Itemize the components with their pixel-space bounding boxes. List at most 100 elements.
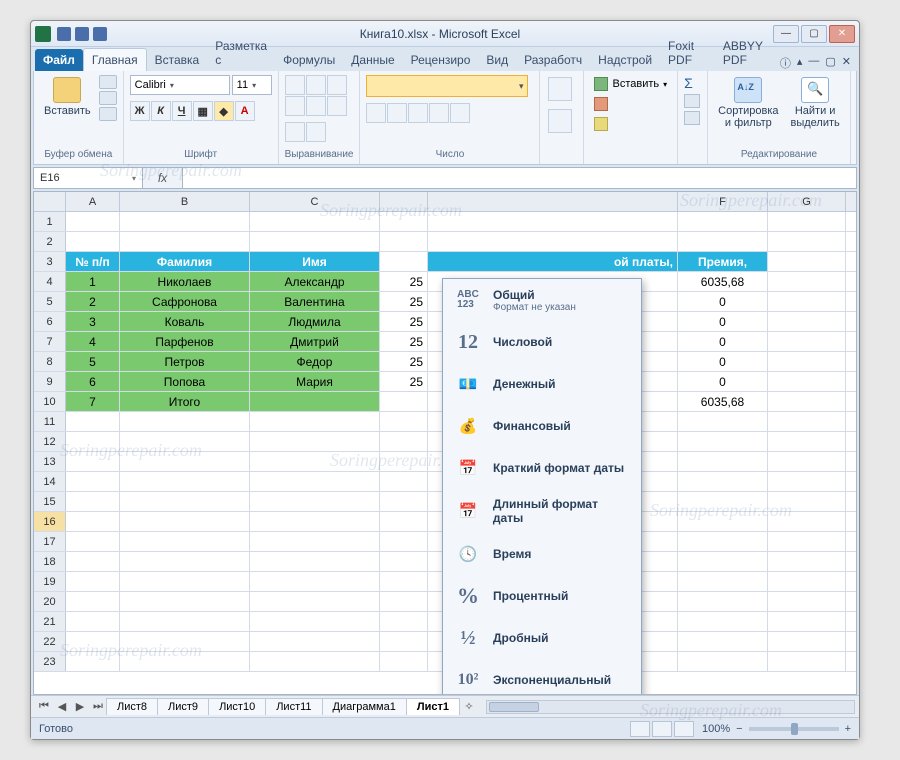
tab-home[interactable]: Главная [83, 48, 147, 71]
cut-icon[interactable] [99, 75, 117, 89]
cell[interactable]: Попова [120, 372, 250, 391]
qat-redo-icon[interactable] [93, 27, 107, 41]
tab-view[interactable]: Вид [478, 49, 516, 71]
help-icon[interactable]: ⓘ [780, 55, 791, 71]
cell[interactable] [250, 412, 380, 431]
cell[interactable] [380, 572, 428, 591]
cell[interactable] [380, 632, 428, 651]
cell[interactable] [678, 652, 768, 671]
cell[interactable]: 0 [678, 312, 768, 331]
numfmt-scientific[interactable]: 10²Экспоненциальный [443, 659, 641, 695]
cell[interactable] [120, 632, 250, 651]
cell[interactable] [66, 412, 120, 431]
cell[interactable] [380, 232, 428, 251]
tab-addins[interactable]: Надстрой [590, 49, 660, 71]
cell[interactable] [66, 532, 120, 551]
tab-data[interactable]: Данные [343, 49, 402, 71]
cell[interactable] [768, 552, 846, 571]
cell[interactable] [250, 612, 380, 631]
col-header-d[interactable] [380, 192, 428, 211]
cell[interactable] [380, 612, 428, 631]
row-header[interactable]: 15 [34, 492, 66, 511]
cell[interactable] [380, 532, 428, 551]
cell[interactable] [768, 612, 846, 631]
cell[interactable] [250, 392, 380, 411]
font-size-combo[interactable]: 11 [232, 75, 272, 95]
cell[interactable] [120, 652, 250, 671]
qat-undo-icon[interactable] [75, 27, 89, 41]
numfmt-percent[interactable]: %Процентный [443, 575, 641, 617]
maximize-button[interactable]: ▢ [801, 25, 827, 43]
fx-icon[interactable]: fx [143, 167, 183, 189]
cell[interactable] [120, 552, 250, 571]
cell[interactable]: 4 [66, 332, 120, 351]
cell[interactable]: ой платы, [428, 252, 678, 271]
cell[interactable]: 0 [678, 372, 768, 391]
align-left-icon[interactable] [285, 96, 305, 116]
cell[interactable] [250, 232, 380, 251]
cell[interactable]: 0 [678, 332, 768, 351]
bold-icon[interactable]: Ж [130, 101, 150, 121]
align-middle-icon[interactable] [306, 75, 326, 95]
cell[interactable]: Петров [120, 352, 250, 371]
cell[interactable] [678, 432, 768, 451]
cell[interactable]: Коваль [120, 312, 250, 331]
cell[interactable]: Федор [250, 352, 380, 371]
col-header-f[interactable]: F [678, 192, 768, 211]
sheet-tab-8[interactable]: Лист8 [106, 698, 158, 715]
cell[interactable] [768, 212, 846, 231]
scroll-thumb[interactable] [489, 702, 539, 712]
numfmt-fraction[interactable]: ½Дробный [443, 617, 641, 659]
number-format-combo[interactable] [366, 75, 528, 97]
tab-abbyy[interactable]: ABBYY PDF [715, 35, 780, 71]
zoom-in-icon[interactable]: + [845, 723, 851, 735]
row-header[interactable]: 21 [34, 612, 66, 631]
cell[interactable] [66, 572, 120, 591]
cell[interactable] [678, 212, 768, 231]
row-header[interactable]: 17 [34, 532, 66, 551]
cell[interactable]: 0 [678, 292, 768, 311]
tab-insert[interactable]: Вставка [147, 49, 208, 71]
cell[interactable] [250, 552, 380, 571]
format-as-table-icon[interactable] [548, 109, 572, 133]
zoom-slider[interactable] [749, 727, 839, 731]
row-header[interactable]: 9 [34, 372, 66, 391]
cell[interactable] [120, 412, 250, 431]
row-header[interactable]: 6 [34, 312, 66, 331]
border-icon[interactable]: ▦ [193, 101, 213, 121]
row-header[interactable]: 23 [34, 652, 66, 671]
merge-center-icon[interactable] [306, 122, 326, 142]
col-header-c[interactable]: C [250, 192, 380, 211]
row-header[interactable]: 5 [34, 292, 66, 311]
cell[interactable] [768, 452, 846, 471]
tab-formulas[interactable]: Формулы [275, 49, 343, 71]
col-header-e[interactable] [428, 192, 678, 211]
cell[interactable] [380, 652, 428, 671]
sheet-tab-diagram1[interactable]: Диаграмма1 [322, 698, 407, 715]
cell[interactable] [678, 612, 768, 631]
cell[interactable]: 6035,68 [678, 272, 768, 291]
row-header[interactable]: 7 [34, 332, 66, 351]
cell[interactable] [678, 452, 768, 471]
numfmt-short-date[interactable]: 📅Краткий формат даты [443, 447, 641, 489]
clear-icon[interactable] [684, 111, 700, 125]
cell[interactable] [768, 432, 846, 451]
sheet-tab-1[interactable]: Лист1 [406, 698, 460, 715]
cell[interactable] [66, 492, 120, 511]
cell[interactable] [66, 652, 120, 671]
cell[interactable] [120, 452, 250, 471]
cell[interactable]: 0 [678, 352, 768, 371]
cell[interactable] [678, 572, 768, 591]
find-select-button[interactable]: Найти и выделить [787, 75, 844, 131]
cell[interactable] [250, 512, 380, 531]
cell[interactable]: Николаев [120, 272, 250, 291]
align-center-icon[interactable] [306, 96, 326, 116]
numfmt-general[interactable]: ABC123ОбщийФормат не указан [443, 279, 641, 321]
sheet-tab-11[interactable]: Лист11 [265, 698, 322, 715]
cell[interactable] [768, 472, 846, 491]
cell[interactable] [66, 512, 120, 531]
cell[interactable] [380, 472, 428, 491]
conditional-formatting-icon[interactable] [548, 77, 572, 101]
currency-icon[interactable] [366, 103, 386, 123]
decrease-decimal-icon[interactable] [450, 103, 470, 123]
